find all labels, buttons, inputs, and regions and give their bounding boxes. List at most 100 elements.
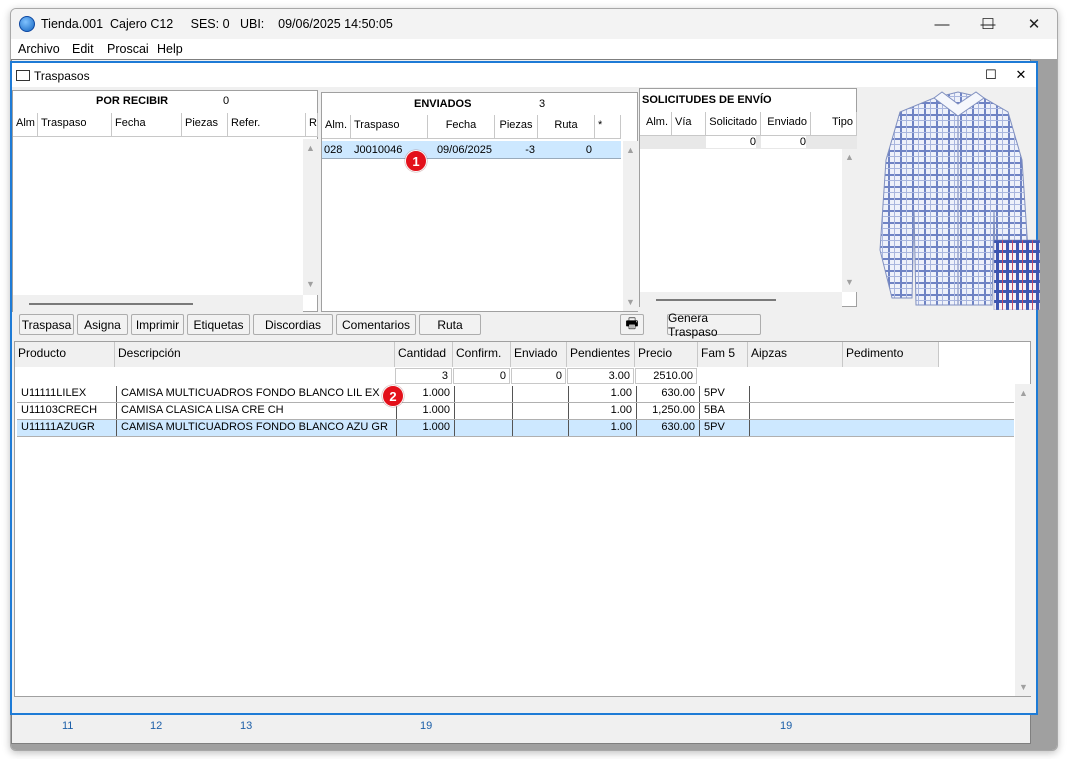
cell-fam5: 5PV: [700, 386, 750, 402]
scroll-up-icon[interactable]: ▲: [1019, 388, 1028, 398]
col-traspaso[interactable]: Traspaso: [38, 113, 112, 137]
hscroll-thumb[interactable]: [29, 303, 193, 305]
scroll-down-icon[interactable]: ▼: [1019, 682, 1028, 692]
cell-precio: 630.00: [637, 386, 700, 402]
product-image-shirt: [879, 91, 1040, 310]
col-fecha[interactable]: Fecha: [428, 115, 495, 139]
child-title: Traspasos: [34, 69, 90, 83]
cell-confirm: [455, 420, 513, 436]
cell-enviado: [513, 386, 569, 402]
col-producto[interactable]: Producto: [15, 342, 115, 367]
close-button[interactable]: ✕: [1011, 9, 1057, 39]
cell-confirm: [455, 403, 513, 419]
col-ruta[interactable]: Ruta: [538, 115, 595, 139]
table-row[interactable]: U11103CRECH CAMISA CLASICA LISA CRE CH 1…: [17, 403, 1014, 420]
total-solicitado: 0: [706, 136, 756, 148]
detail-vscroll[interactable]: ▲ ▼: [1015, 384, 1031, 696]
solicitudes-panel: SOLICITUDES DE ENVÍO Alm. Vía Solicitado…: [639, 88, 857, 307]
solicitudes-vscroll[interactable]: ▲ ▼: [842, 149, 857, 292]
background-label: 19: [420, 720, 433, 732]
row-traspaso: J0010046: [354, 144, 403, 156]
solicitudes-hscroll[interactable]: [640, 292, 842, 307]
enviados-vscroll[interactable]: ▲ ▼: [623, 141, 638, 311]
por-recibir-vscroll[interactable]: ▲ ▼: [303, 139, 318, 295]
cell-enviado: [513, 420, 569, 436]
row-ruta: 0: [585, 144, 592, 156]
col-aipzas[interactable]: Aipzas: [748, 342, 843, 367]
globe-icon: [19, 16, 35, 32]
traspasa-button[interactable]: Traspasa: [19, 314, 74, 335]
col-descripcion[interactable]: Descripción: [115, 342, 395, 367]
scroll-down-icon[interactable]: ▼: [306, 279, 315, 289]
col-pedimento[interactable]: Pedimento: [843, 342, 939, 367]
menu-edit[interactable]: Edit: [72, 42, 94, 56]
traspasos-window: Traspasos ☐ ✕ POR RECIBIR 0 Alm Traspaso…: [10, 61, 1040, 715]
total-precio: 2510.00: [635, 368, 697, 384]
child-title-bar: Traspasos ☐ ✕: [12, 63, 1036, 87]
cell-enviado: [513, 403, 569, 419]
col-alm[interactable]: Alm: [13, 113, 38, 137]
cell-cantidad: 1.000: [397, 420, 455, 436]
cell-descripcion: CAMISA MULTICUADROS FONDO BLANCO AZU GR: [117, 420, 397, 436]
enviados-count: 3: [539, 98, 546, 110]
col-fecha[interactable]: Fecha: [112, 113, 182, 137]
col-fam5[interactable]: Fam 5: [698, 342, 748, 367]
total-enviado: 0: [761, 136, 806, 148]
enviados-title: ENVIADOS: [414, 98, 472, 110]
window-title: Tienda.001 Cajero C12 SES: 0 UBI: 09/06/…: [41, 17, 393, 31]
child-maximize-button[interactable]: ☐: [978, 65, 1004, 85]
menu-proscai[interactable]: Proscai: [107, 42, 149, 56]
hscroll-thumb[interactable]: [656, 299, 776, 301]
scroll-up-icon[interactable]: ▲: [626, 145, 635, 155]
menu-archivo[interactable]: Archivo: [18, 42, 60, 56]
row-piezas: -3: [525, 144, 535, 156]
col-star[interactable]: *: [595, 115, 621, 139]
title-bar: Tienda.001 Cajero C12 SES: 0 UBI: 09/06/…: [11, 9, 1057, 39]
asigna-button[interactable]: Asigna: [77, 314, 128, 335]
background-label: 12: [150, 720, 163, 732]
minimize-icon-button[interactable]: —: [919, 9, 965, 39]
table-row[interactable]: U11111LILEX CAMISA MULTICUADROS FONDO BL…: [17, 386, 1014, 403]
col-tipo[interactable]: Tipo: [811, 112, 857, 136]
col-pendientes[interactable]: Pendientes: [567, 342, 635, 367]
cell-fam5: 5BA: [700, 403, 750, 419]
col-traspaso[interactable]: Traspaso: [351, 115, 428, 139]
col-enviado[interactable]: Enviado: [511, 342, 567, 367]
col-confirm[interactable]: Confirm.: [453, 342, 511, 367]
col-precio[interactable]: Precio: [635, 342, 698, 367]
etiquetas-button[interactable]: Etiquetas: [187, 314, 250, 335]
por-recibir-panel: POR RECIBIR 0 Alm Traspaso Fecha Piezas …: [12, 90, 318, 312]
maximize-button[interactable]: ☐: [965, 9, 1011, 39]
discordias-button[interactable]: Discordias: [253, 314, 333, 335]
enviados-row[interactable]: 028 J0010046 09/06/2025 -3 0: [322, 141, 621, 159]
cell-fam5: 5PV: [700, 420, 750, 436]
por-recibir-count: 0: [223, 95, 230, 107]
col-r[interactable]: R: [306, 113, 318, 137]
cell-pendientes: 1.00: [569, 386, 637, 402]
comentarios-button[interactable]: Comentarios: [336, 314, 416, 335]
child-close-button[interactable]: ✕: [1008, 65, 1034, 85]
menu-help[interactable]: Help: [157, 42, 183, 56]
col-piezas[interactable]: Piezas: [495, 115, 538, 139]
por-recibir-hscroll[interactable]: [13, 295, 303, 312]
col-alm[interactable]: Alm.: [640, 112, 672, 136]
col-enviado[interactable]: Enviado: [761, 112, 811, 136]
col-refer[interactable]: Refer.: [228, 113, 306, 137]
genera-traspaso-button[interactable]: Genera Traspaso: [667, 311, 761, 339]
ruta-button[interactable]: Ruta: [419, 314, 481, 335]
print-icon[interactable]: 🖶: [620, 314, 644, 335]
scroll-down-icon[interactable]: ▼: [845, 277, 854, 287]
scroll-up-icon[interactable]: ▲: [306, 143, 315, 153]
col-piezas[interactable]: Piezas: [182, 113, 228, 137]
col-solicitado[interactable]: Solicitado: [706, 112, 761, 136]
col-alm[interactable]: Alm.: [322, 115, 351, 139]
table-row[interactable]: U11111AZUGR CAMISA MULTICUADROS FONDO BL…: [17, 420, 1014, 437]
col-cantidad[interactable]: Cantidad: [395, 342, 453, 367]
imprimir-button[interactable]: Imprimir: [131, 314, 184, 335]
scroll-up-icon[interactable]: ▲: [845, 152, 854, 162]
col-via[interactable]: Vía: [672, 112, 706, 136]
menu-bar: Archivo Edit Proscai Help: [11, 39, 1057, 59]
scroll-down-icon[interactable]: ▼: [626, 297, 635, 307]
background-label: 11: [62, 720, 74, 732]
cell-descripcion: CAMISA MULTICUADROS FONDO BLANCO LIL EX: [117, 386, 397, 402]
